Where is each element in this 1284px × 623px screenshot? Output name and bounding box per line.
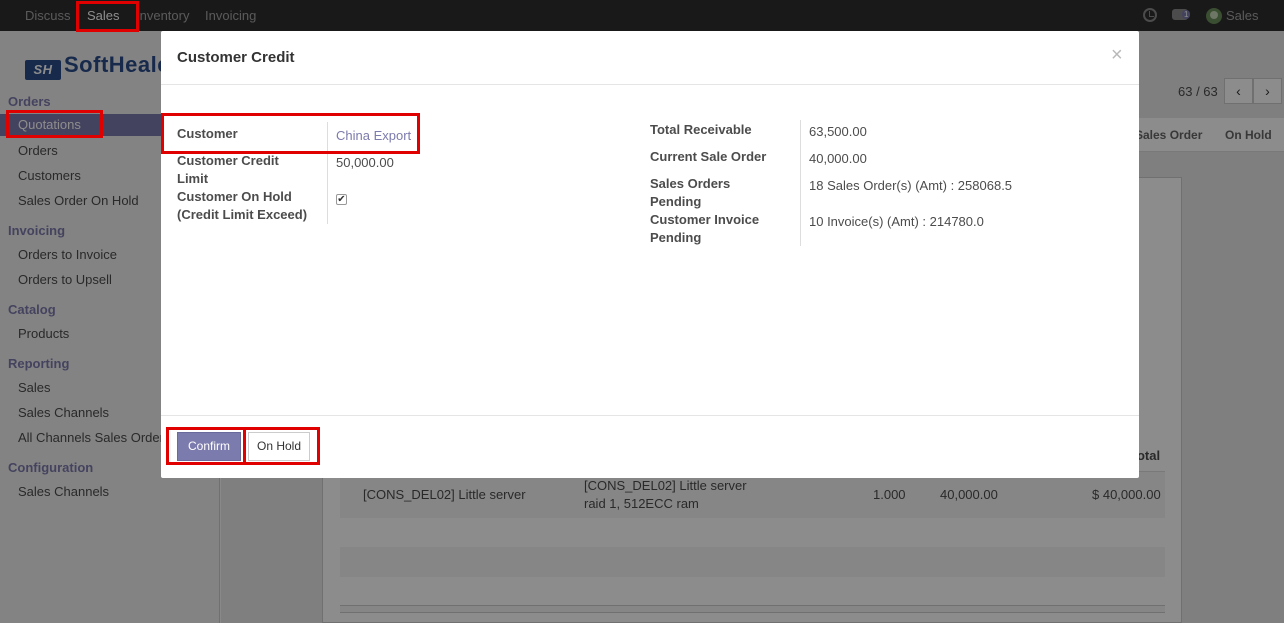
confirm-button[interactable]: Confirm bbox=[177, 432, 241, 461]
current-sale-order-label: Current Sale Order bbox=[650, 149, 767, 164]
customer-credit-dialog: Customer Credit × bbox=[161, 31, 1139, 478]
customer-link[interactable]: China Export bbox=[336, 127, 411, 145]
sales-orders-pending-value: 18 Sales Order(s) (Amt) : 258068.5 bbox=[809, 178, 1013, 193]
on-hold-label-line1: Customer On Hold bbox=[177, 189, 292, 204]
on-hold-label-line2: (Credit Limit Exceed) bbox=[177, 207, 308, 222]
sales-orders-pending-label-line1: Sales Orders bbox=[650, 176, 731, 191]
total-receivable-label: Total Receivable bbox=[650, 122, 752, 137]
field-separator-right bbox=[800, 120, 801, 246]
total-receivable-value: 63,500.00 bbox=[809, 124, 867, 139]
close-icon[interactable]: × bbox=[1111, 44, 1123, 67]
credit-limit-label-line1: Customer Credit bbox=[177, 153, 279, 168]
customer-on-hold-checkbox[interactable]: ✔ bbox=[336, 194, 347, 205]
customer-invoice-pending-value: 10 Invoice(s) (Amt) : 214780.0 bbox=[809, 214, 984, 229]
customer-invoice-pending-label-line1: Customer Invoice bbox=[650, 212, 760, 227]
sales-orders-pending-label-line2: Pending bbox=[650, 194, 702, 209]
modal-title: Customer Credit bbox=[177, 49, 295, 66]
current-sale-order-value: 40,000.00 bbox=[809, 151, 867, 166]
customer-invoice-pending-label-line2: Pending bbox=[650, 230, 702, 245]
modal-header: Customer Credit × bbox=[161, 31, 1139, 85]
credit-limit-value: 50,000.00 bbox=[336, 155, 394, 170]
credit-limit-label-line2: Limit bbox=[177, 171, 209, 186]
on-hold-button[interactable]: On Hold bbox=[248, 432, 310, 461]
field-separator-left bbox=[327, 122, 328, 224]
customer-label: Customer bbox=[177, 126, 238, 141]
